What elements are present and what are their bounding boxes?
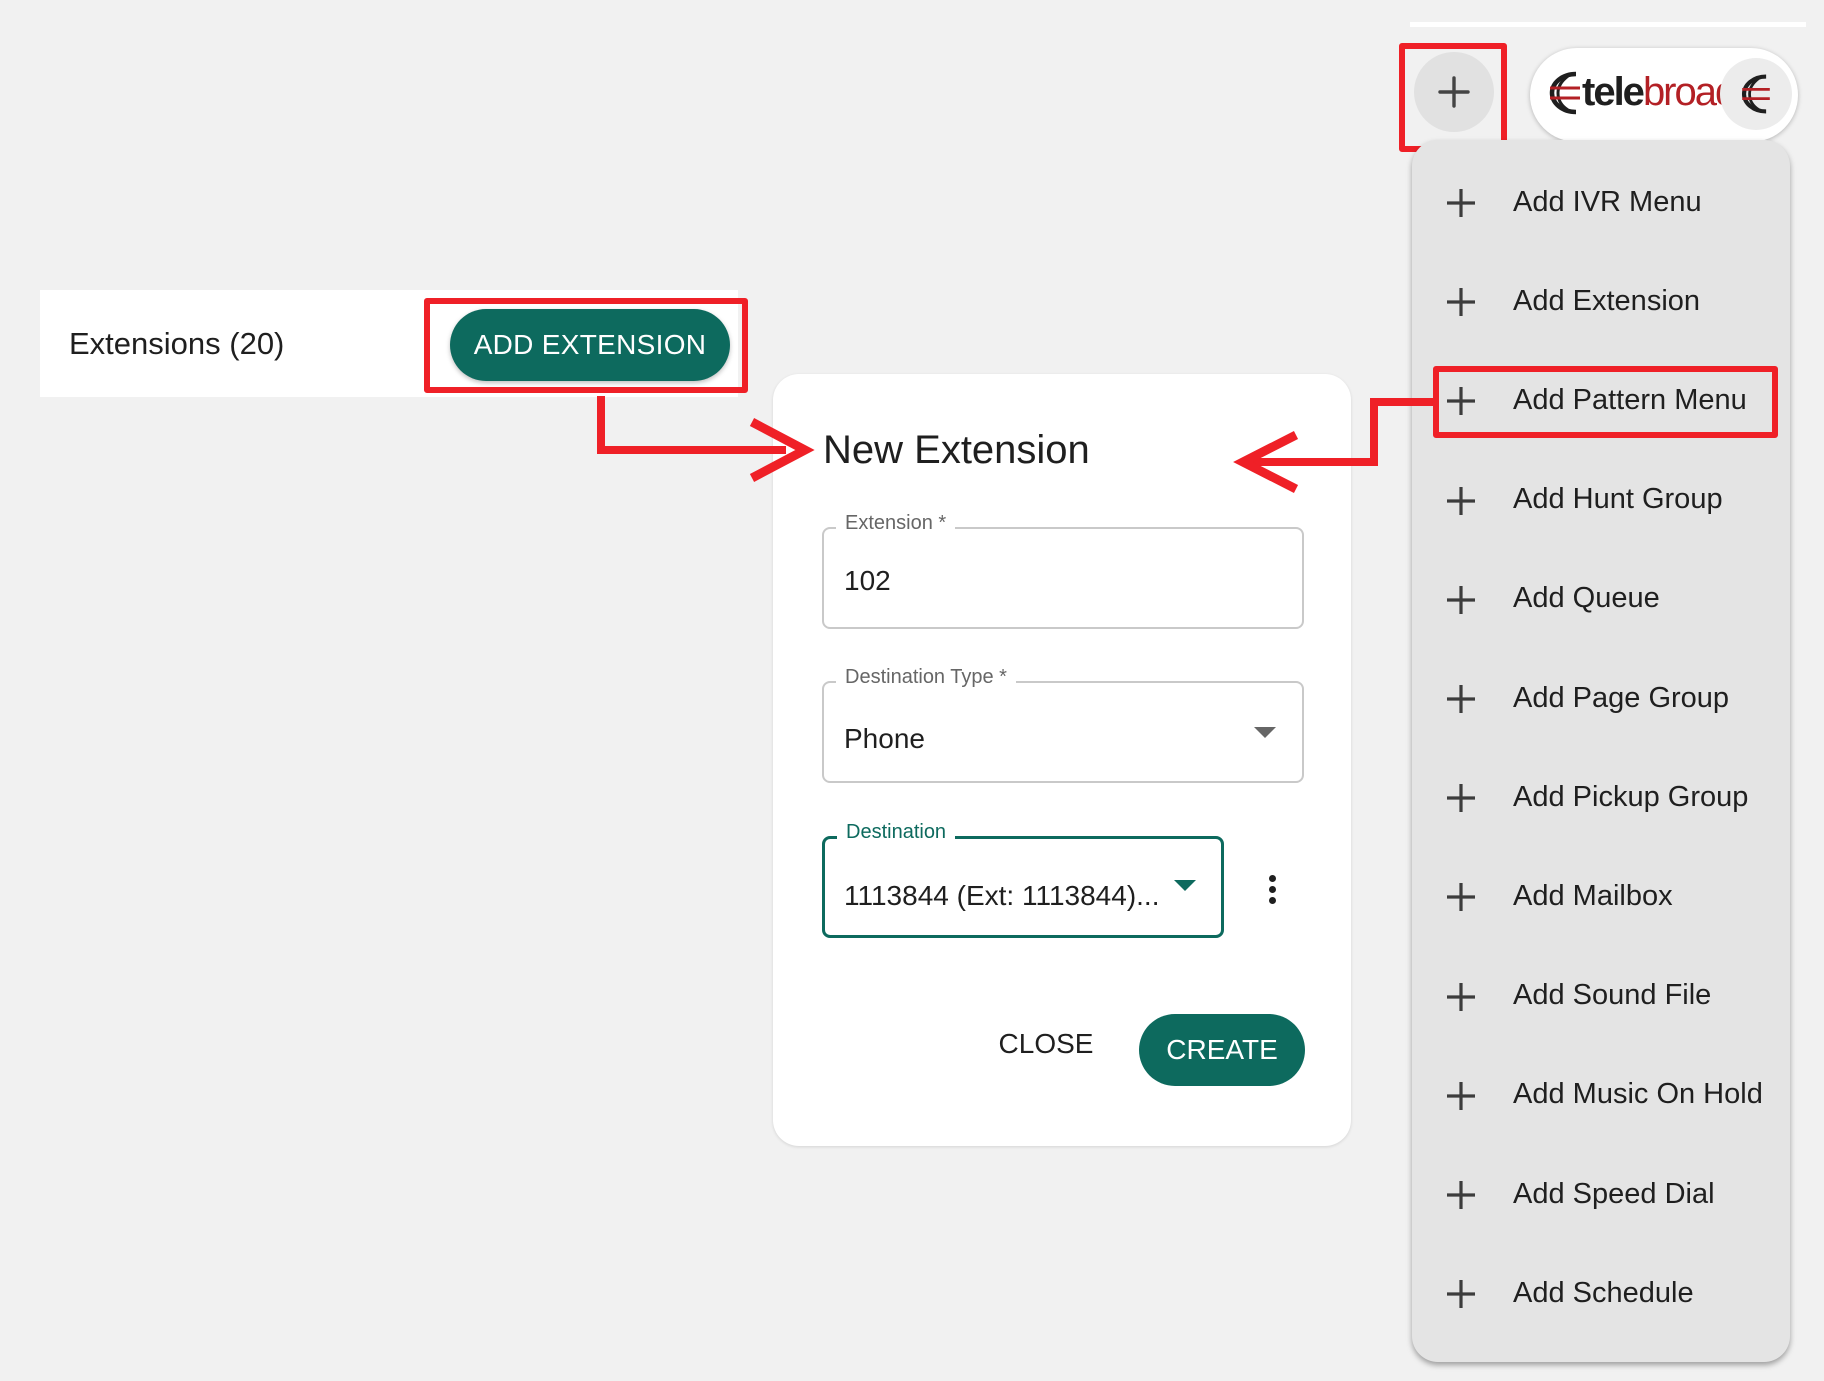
annotation-arrows <box>597 396 1433 494</box>
arrow-right-to-dialog <box>1245 398 1433 466</box>
